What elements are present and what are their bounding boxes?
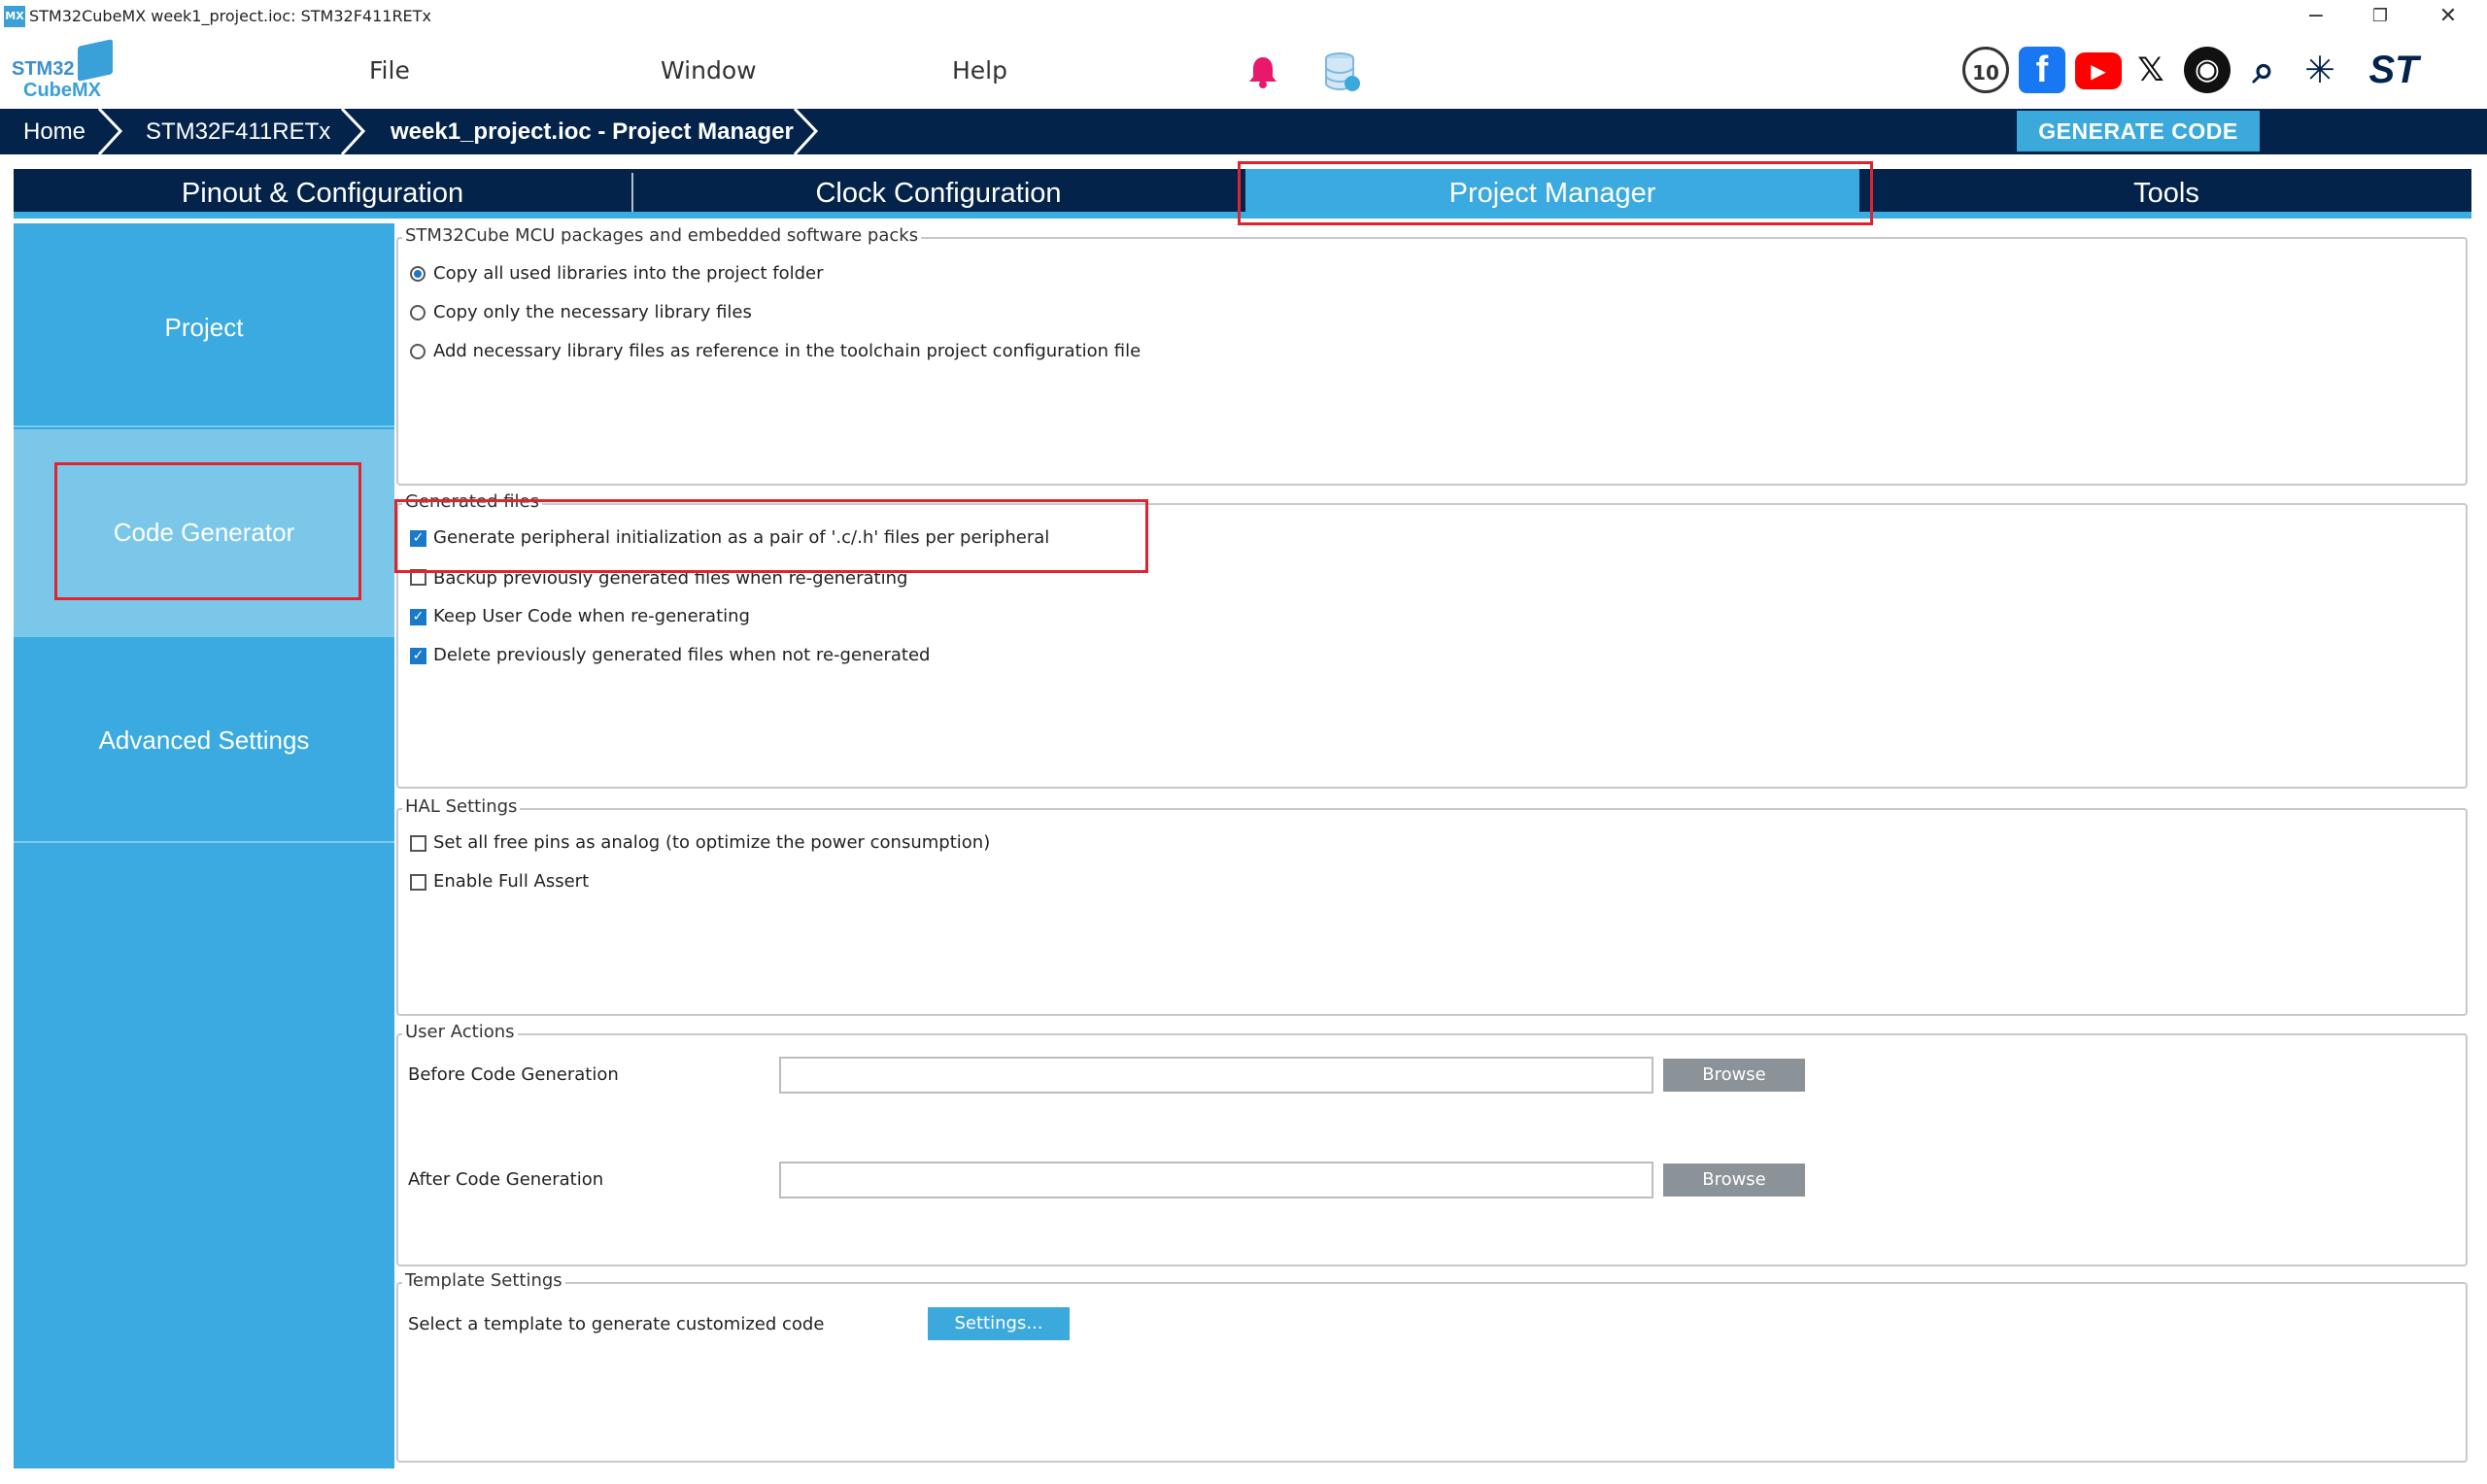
breadcrumb-home[interactable]: Home <box>23 109 85 154</box>
generate-code-button[interactable]: GENERATE CODE <box>2017 111 2260 152</box>
checkbox-free-pins-analog[interactable] <box>410 835 426 852</box>
radio-copy-all-libraries[interactable] <box>410 266 426 282</box>
hal-settings-legend: HAL Settings <box>402 796 521 817</box>
menu-help[interactable]: Help <box>952 33 1007 109</box>
option-add-as-reference: Add necessary library files as reference… <box>433 341 1141 361</box>
anniversary-10-icon[interactable]: 10 <box>1962 47 2009 93</box>
bell-icon[interactable] <box>1247 54 1278 89</box>
github-icon[interactable]: ◉ <box>2184 47 2231 93</box>
window-title: STM32CubeMX week1_project.ioc: STM32F411… <box>29 7 431 25</box>
nav-separator <box>14 841 394 843</box>
browse-before-button[interactable]: Browse <box>1663 1059 1805 1092</box>
option-free-pins-analog: Set all free pins as analog (to optimize… <box>433 832 991 853</box>
template-settings-section <box>396 1282 2468 1463</box>
radio-add-as-reference[interactable] <box>410 344 426 359</box>
network-icon[interactable]: ✳ <box>2297 47 2343 93</box>
highlight-code-generator <box>54 462 361 600</box>
cube-icon <box>78 39 113 82</box>
st-logo-icon[interactable]: ST <box>2355 47 2433 93</box>
chevron-right-icon <box>97 109 123 154</box>
highlight-project-manager-tab <box>1238 161 1873 225</box>
tab-tools[interactable]: Tools <box>1861 169 2471 218</box>
highlight-generate-pair-files <box>394 499 1148 573</box>
before-code-generation-label: Before Code Generation <box>408 1064 619 1085</box>
option-copy-all-libraries: Copy all used libraries into the project… <box>433 263 824 284</box>
logo-text-cubemx: CubeMX <box>23 80 101 101</box>
close-button[interactable]: ✕ <box>2423 0 2473 33</box>
nav-advanced-settings[interactable]: Advanced Settings <box>14 637 394 841</box>
option-copy-necessary-files: Copy only the necessary library files <box>433 302 752 322</box>
option-delete-previous-files: Delete previously generated files when n… <box>433 645 931 665</box>
user-actions-legend: User Actions <box>402 1022 518 1042</box>
youtube-icon[interactable]: ▶ <box>2075 52 2122 89</box>
after-code-generation-input[interactable] <box>779 1162 1653 1198</box>
menu-file[interactable]: File <box>369 33 410 109</box>
checkbox-keep-user-code[interactable]: ✓ <box>410 609 426 625</box>
template-settings-button[interactable]: Settings... <box>928 1307 1070 1340</box>
chevron-right-icon <box>793 109 819 154</box>
nav-project[interactable]: Project <box>14 225 394 429</box>
after-code-generation-label: After Code Generation <box>408 1169 604 1190</box>
checkbox-full-assert[interactable] <box>410 874 426 891</box>
chevron-right-icon <box>340 109 366 154</box>
option-keep-user-code: Keep User Code when re-generating <box>433 606 750 626</box>
tab-clock-configuration[interactable]: Clock Configuration <box>633 169 1244 218</box>
checkbox-delete-previous-files[interactable]: ✓ <box>410 648 426 664</box>
search-icon[interactable]: ⌕ <box>2240 47 2287 93</box>
before-code-generation-input[interactable] <box>779 1057 1653 1094</box>
tab-pinout-configuration[interactable]: Pinout & Configuration <box>14 169 631 218</box>
nav-separator <box>14 425 394 427</box>
breadcrumb-mcu[interactable]: STM32F411RETx <box>146 109 330 154</box>
facebook-icon[interactable]: f <box>2019 47 2065 93</box>
browse-after-button[interactable]: Browse <box>1663 1164 1805 1197</box>
restore-button[interactable]: ❐ <box>2355 0 2405 33</box>
database-update-icon[interactable] <box>1323 51 1362 93</box>
minimize-button[interactable]: − <box>2291 0 2341 33</box>
template-label: Select a template to generate customized… <box>408 1314 825 1334</box>
option-full-assert: Enable Full Assert <box>433 871 590 892</box>
mcu-packages-legend: STM32Cube MCU packages and embedded soft… <box>402 225 922 246</box>
radio-copy-necessary-files[interactable] <box>410 305 426 320</box>
template-settings-legend: Template Settings <box>402 1270 565 1291</box>
breadcrumb-project[interactable]: week1_project.ioc - Project Manager <box>391 109 794 154</box>
logo-text-stm32: STM32 <box>12 58 75 80</box>
stm32cubemx-logo: STM32 CubeMX <box>10 39 117 103</box>
app-icon: MX <box>4 6 25 27</box>
menu-window[interactable]: Window <box>661 33 757 109</box>
x-twitter-icon[interactable]: 𝕏 <box>2128 47 2174 93</box>
